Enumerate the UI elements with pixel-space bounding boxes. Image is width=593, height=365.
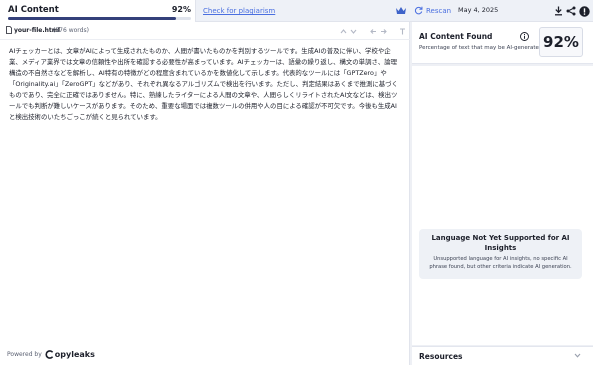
ai-content-found-title: AI Content Found <box>419 32 493 41</box>
ai-content-progress-bar <box>8 17 191 20</box>
ai-content-found-subtitle: Percentage of text that may be AI-genera… <box>419 45 543 51</box>
language-unsupported-notice: Language Not Yet Supported for AI Insigh… <box>419 229 582 279</box>
word-count: (376 words) <box>53 27 89 34</box>
scan-date: May 4, 2025 <box>458 6 499 14</box>
tab-ai-content[interactable]: AI Content 92% <box>0 0 196 22</box>
chevron-up-icon[interactable] <box>339 27 347 35</box>
chevron-down-icon <box>574 353 581 358</box>
copyleaks-logo[interactable]: opyleaks <box>45 350 95 359</box>
file-bar: your-file.html (376 words) <box>0 22 410 40</box>
document-text: AIチェッカーとは、文章がAIによって生成されたものか、人間が書いたものかを判別… <box>9 47 398 121</box>
rescan-label: Rescan <box>426 6 452 15</box>
ai-content-progress-fill <box>8 17 177 20</box>
resources-label: Resources <box>419 352 463 361</box>
resources-section[interactable]: Resources <box>412 346 593 365</box>
brand-name: opyleaks <box>54 350 95 359</box>
crown-icon[interactable] <box>395 6 407 15</box>
ai-insights-panel: Language Not Yet Supported for AI Insigh… <box>412 66 593 345</box>
alert-icon[interactable] <box>578 5 590 17</box>
tab-ai-content-label: AI Content <box>8 5 59 15</box>
download-icon[interactable] <box>552 5 564 17</box>
arrow-left-icon[interactable] <box>369 27 377 35</box>
file-icon <box>6 26 12 34</box>
ai-content-found-card: AI Content Found Percentage of text that… <box>412 22 593 64</box>
rescan-button[interactable]: Rescan <box>414 4 451 17</box>
results-pane: AI Content Found Percentage of text that… <box>412 22 593 365</box>
notice-title: Language Not Yet Supported for AI Insigh… <box>431 234 570 252</box>
ai-percent-score: 92% <box>539 27 583 57</box>
check-plagiarism-link[interactable]: Check for plagiarism <box>203 7 275 15</box>
share-icon[interactable] <box>565 5 577 17</box>
refresh-icon <box>414 6 423 15</box>
powered-by: Powered by opyleaks <box>7 350 95 359</box>
document-pane: your-file.html (376 words) AIチェッカーとは、文章が… <box>0 22 410 365</box>
top-bar: AI Content 92% Check for plagiarism Resc… <box>0 0 593 22</box>
tab-ai-content-percent: 92% <box>171 5 191 14</box>
arrow-right-icon[interactable] <box>379 27 387 35</box>
notice-body: Unsupported language for AI insights, no… <box>429 256 572 270</box>
powered-by-label: Powered by <box>7 351 42 358</box>
text-size-icon[interactable] <box>398 27 406 35</box>
info-icon[interactable] <box>520 32 529 41</box>
chevron-down-icon[interactable] <box>349 27 357 35</box>
